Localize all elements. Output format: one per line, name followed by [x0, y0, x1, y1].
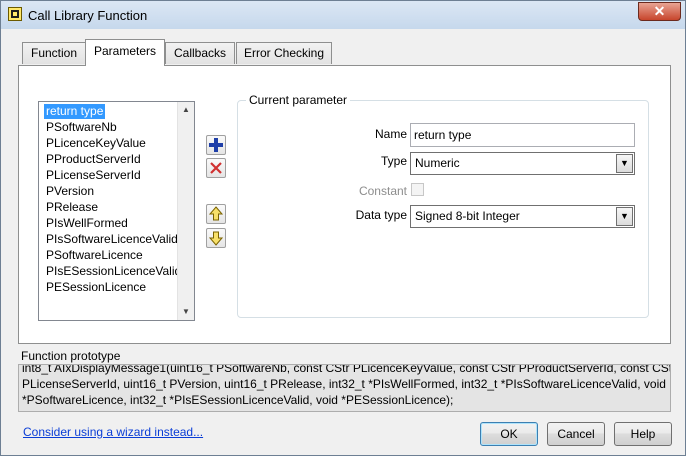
- delete-parameter-button[interactable]: [206, 158, 226, 178]
- wizard-link[interactable]: Consider using a wizard instead...: [23, 425, 203, 439]
- tab-function[interactable]: Function: [22, 42, 86, 64]
- chevron-down-icon[interactable]: ▼: [616, 154, 633, 173]
- list-item[interactable]: PSoftwareLicence: [44, 248, 145, 263]
- list-item[interactable]: return type: [44, 104, 106, 119]
- tab-parameters[interactable]: Parameters: [85, 39, 165, 66]
- help-button[interactable]: Help: [614, 422, 672, 446]
- close-icon: ✕: [653, 3, 666, 19]
- cancel-button[interactable]: Cancel: [547, 422, 605, 446]
- list-item[interactable]: PRelease: [44, 200, 100, 215]
- tab-parameters-label: Parameters: [93, 44, 157, 58]
- close-button[interactable]: ✕: [638, 2, 681, 21]
- constant-checkbox[interactable]: [411, 183, 424, 196]
- move-up-button[interactable]: [206, 204, 226, 224]
- data-type-select[interactable]: Signed 8-bit Integer ▼: [410, 205, 635, 228]
- list-item[interactable]: PIsSoftwareLicenceValid: [44, 232, 180, 247]
- name-label: Name: [374, 127, 407, 141]
- chevron-down-icon[interactable]: ▼: [616, 207, 633, 226]
- type-label: Type: [380, 154, 407, 168]
- list-item[interactable]: PLicenceKeyValue: [44, 136, 148, 151]
- ok-button[interactable]: OK: [480, 422, 538, 446]
- prototype-line: PLicenseServerId, uint16_t PVersion, uin…: [22, 377, 666, 391]
- arrow-down-icon: [208, 231, 224, 246]
- delete-x-icon: [210, 162, 222, 174]
- plus-icon: [209, 138, 223, 152]
- dialog-window: Call Library Function ✕ Function Paramet…: [0, 0, 686, 456]
- type-select[interactable]: Numeric ▼: [410, 152, 635, 175]
- scroll-up-icon[interactable]: ▲: [178, 102, 194, 118]
- list-item[interactable]: PIsWellFormed: [44, 216, 130, 231]
- tab-error-checking[interactable]: Error Checking: [236, 42, 332, 64]
- list-item[interactable]: PIsESessionLicenceValid: [44, 264, 183, 279]
- parameter-listbox[interactable]: return type PSoftwareNb PLicenceKeyValue…: [38, 101, 195, 321]
- data-type-label: Data type: [355, 208, 407, 222]
- add-parameter-button[interactable]: [206, 135, 226, 155]
- list-item[interactable]: PProductServerId: [44, 152, 143, 167]
- tab-callbacks[interactable]: Callbacks: [165, 42, 235, 64]
- tab-function-label: Function: [30, 46, 78, 60]
- list-item[interactable]: PVersion: [44, 184, 96, 199]
- move-down-button[interactable]: [206, 228, 226, 248]
- labview-app-icon: [8, 7, 22, 21]
- prototype-line: *PSoftwareLicence, int32_t *PIsESessionL…: [22, 393, 454, 407]
- scroll-down-icon[interactable]: ▼: [178, 304, 194, 320]
- list-item[interactable]: PSoftwareNb: [44, 120, 119, 135]
- prototype-line: int8_t AIxDisplayMessage1(uint16_t PSoft…: [22, 364, 671, 375]
- list-scrollbar[interactable]: ▲ ▼: [177, 102, 194, 320]
- function-prototype-box: int8_t AIxDisplayMessage1(uint16_t PSoft…: [18, 364, 671, 412]
- type-select-value: Numeric: [415, 156, 460, 170]
- data-type-select-value: Signed 8-bit Integer: [415, 209, 520, 223]
- tab-callbacks-label: Callbacks: [173, 46, 227, 60]
- constant-label: Constant: [358, 184, 407, 198]
- list-item[interactable]: PESessionLicence: [44, 280, 148, 295]
- current-parameter-label: Current parameter: [246, 93, 351, 107]
- window-title: Call Library Function: [28, 8, 148, 23]
- arrow-up-icon: [208, 206, 224, 221]
- title-bar: Call Library Function ✕: [1, 1, 685, 29]
- list-item[interactable]: PLicenseServerId: [44, 168, 143, 183]
- name-input[interactable]: [410, 123, 635, 147]
- tab-error-checking-label: Error Checking: [243, 46, 325, 60]
- function-prototype-label: Function prototype: [21, 349, 121, 363]
